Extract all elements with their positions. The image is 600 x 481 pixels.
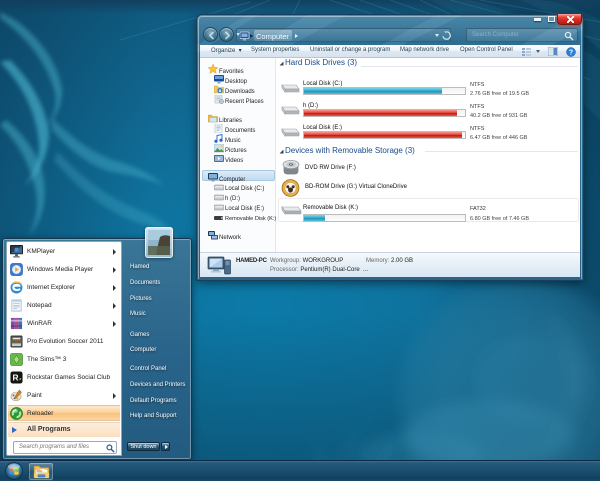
- svg-text:R: R: [13, 372, 19, 382]
- svg-text:?: ?: [569, 49, 573, 56]
